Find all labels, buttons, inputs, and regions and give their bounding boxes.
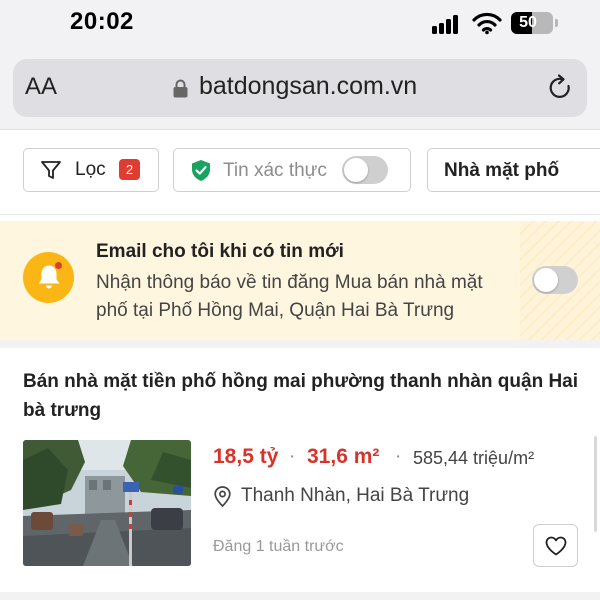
location-pin-icon — [214, 486, 231, 507]
listing-photo[interactable] — [23, 440, 191, 566]
browser-toolbar: AA batdongsan.com.vn — [0, 50, 600, 130]
filter-count-badge: 2 — [119, 159, 140, 180]
text-size-button[interactable]: AA — [25, 73, 57, 101]
posted-time: Đăng 1 tuần trước — [213, 538, 344, 555]
listing-location: Thanh Nhàn, Hai Bà Trưng — [241, 485, 470, 506]
verified-label: Tin xác thực — [223, 160, 327, 181]
notification-dot — [54, 261, 63, 270]
separator-dot: · — [289, 446, 296, 467]
toggle-knob — [534, 268, 558, 292]
street-photo — [23, 440, 191, 566]
save-listing-button[interactable] — [533, 524, 578, 567]
address-bar[interactable]: AA batdongsan.com.vn — [13, 59, 587, 117]
reload-icon[interactable] — [547, 74, 573, 102]
separator-dot: · — [395, 446, 402, 467]
alert-title: Email cho tôi khi có tin mới — [96, 241, 344, 262]
section-divider — [0, 340, 600, 348]
text-size-label: AA — [25, 73, 58, 100]
clock: 20:02 — [70, 8, 134, 35]
price-per-m2: 585,44 triệu/m² — [413, 448, 535, 468]
verified-toggle[interactable] — [342, 156, 388, 184]
listing-title[interactable]: Bán nhà mặt tiền phố hồng mai phường tha… — [23, 367, 583, 425]
filter-button[interactable]: Lọc 2 — [23, 148, 159, 192]
property-type-label: Nhà mặt phố — [444, 160, 560, 181]
alert-description: Nhận thông báo về tin đăng Mua bán nhà m… — [96, 272, 483, 321]
heart-icon — [545, 536, 567, 556]
signal-icon — [432, 14, 462, 34]
scrollbar[interactable] — [594, 436, 597, 532]
filter-label: Lọc — [75, 159, 106, 180]
listing-area: 31,6 m² — [307, 445, 380, 468]
lock-icon — [173, 79, 188, 98]
battery-tip — [555, 19, 558, 27]
toggle-knob — [344, 158, 368, 182]
listing-price: 18,5 tỷ — [213, 445, 279, 468]
shield-check-icon — [192, 160, 210, 181]
funnel-icon — [41, 161, 61, 179]
battery-level: 50 — [519, 14, 537, 31]
wifi-icon — [472, 12, 502, 35]
url-text[interactable]: batdongsan.com.vn — [199, 72, 417, 101]
divider — [0, 214, 600, 215]
status-bar: 20:02 50 — [0, 0, 600, 50]
filter-bar: Lọc 2 Tin xác thực Nhà mặt phố — [0, 131, 600, 215]
section-divider — [0, 592, 600, 600]
email-alert-toggle[interactable] — [532, 266, 578, 294]
email-alert-banner: Email cho tôi khi có tin mới Nhận thông … — [0, 221, 600, 340]
property-type-filter[interactable]: Nhà mặt phố — [427, 148, 600, 192]
battery-icon: 50 — [511, 12, 553, 34]
verified-listings-filter[interactable]: Tin xác thực — [173, 148, 411, 192]
bell-badge — [23, 252, 74, 303]
